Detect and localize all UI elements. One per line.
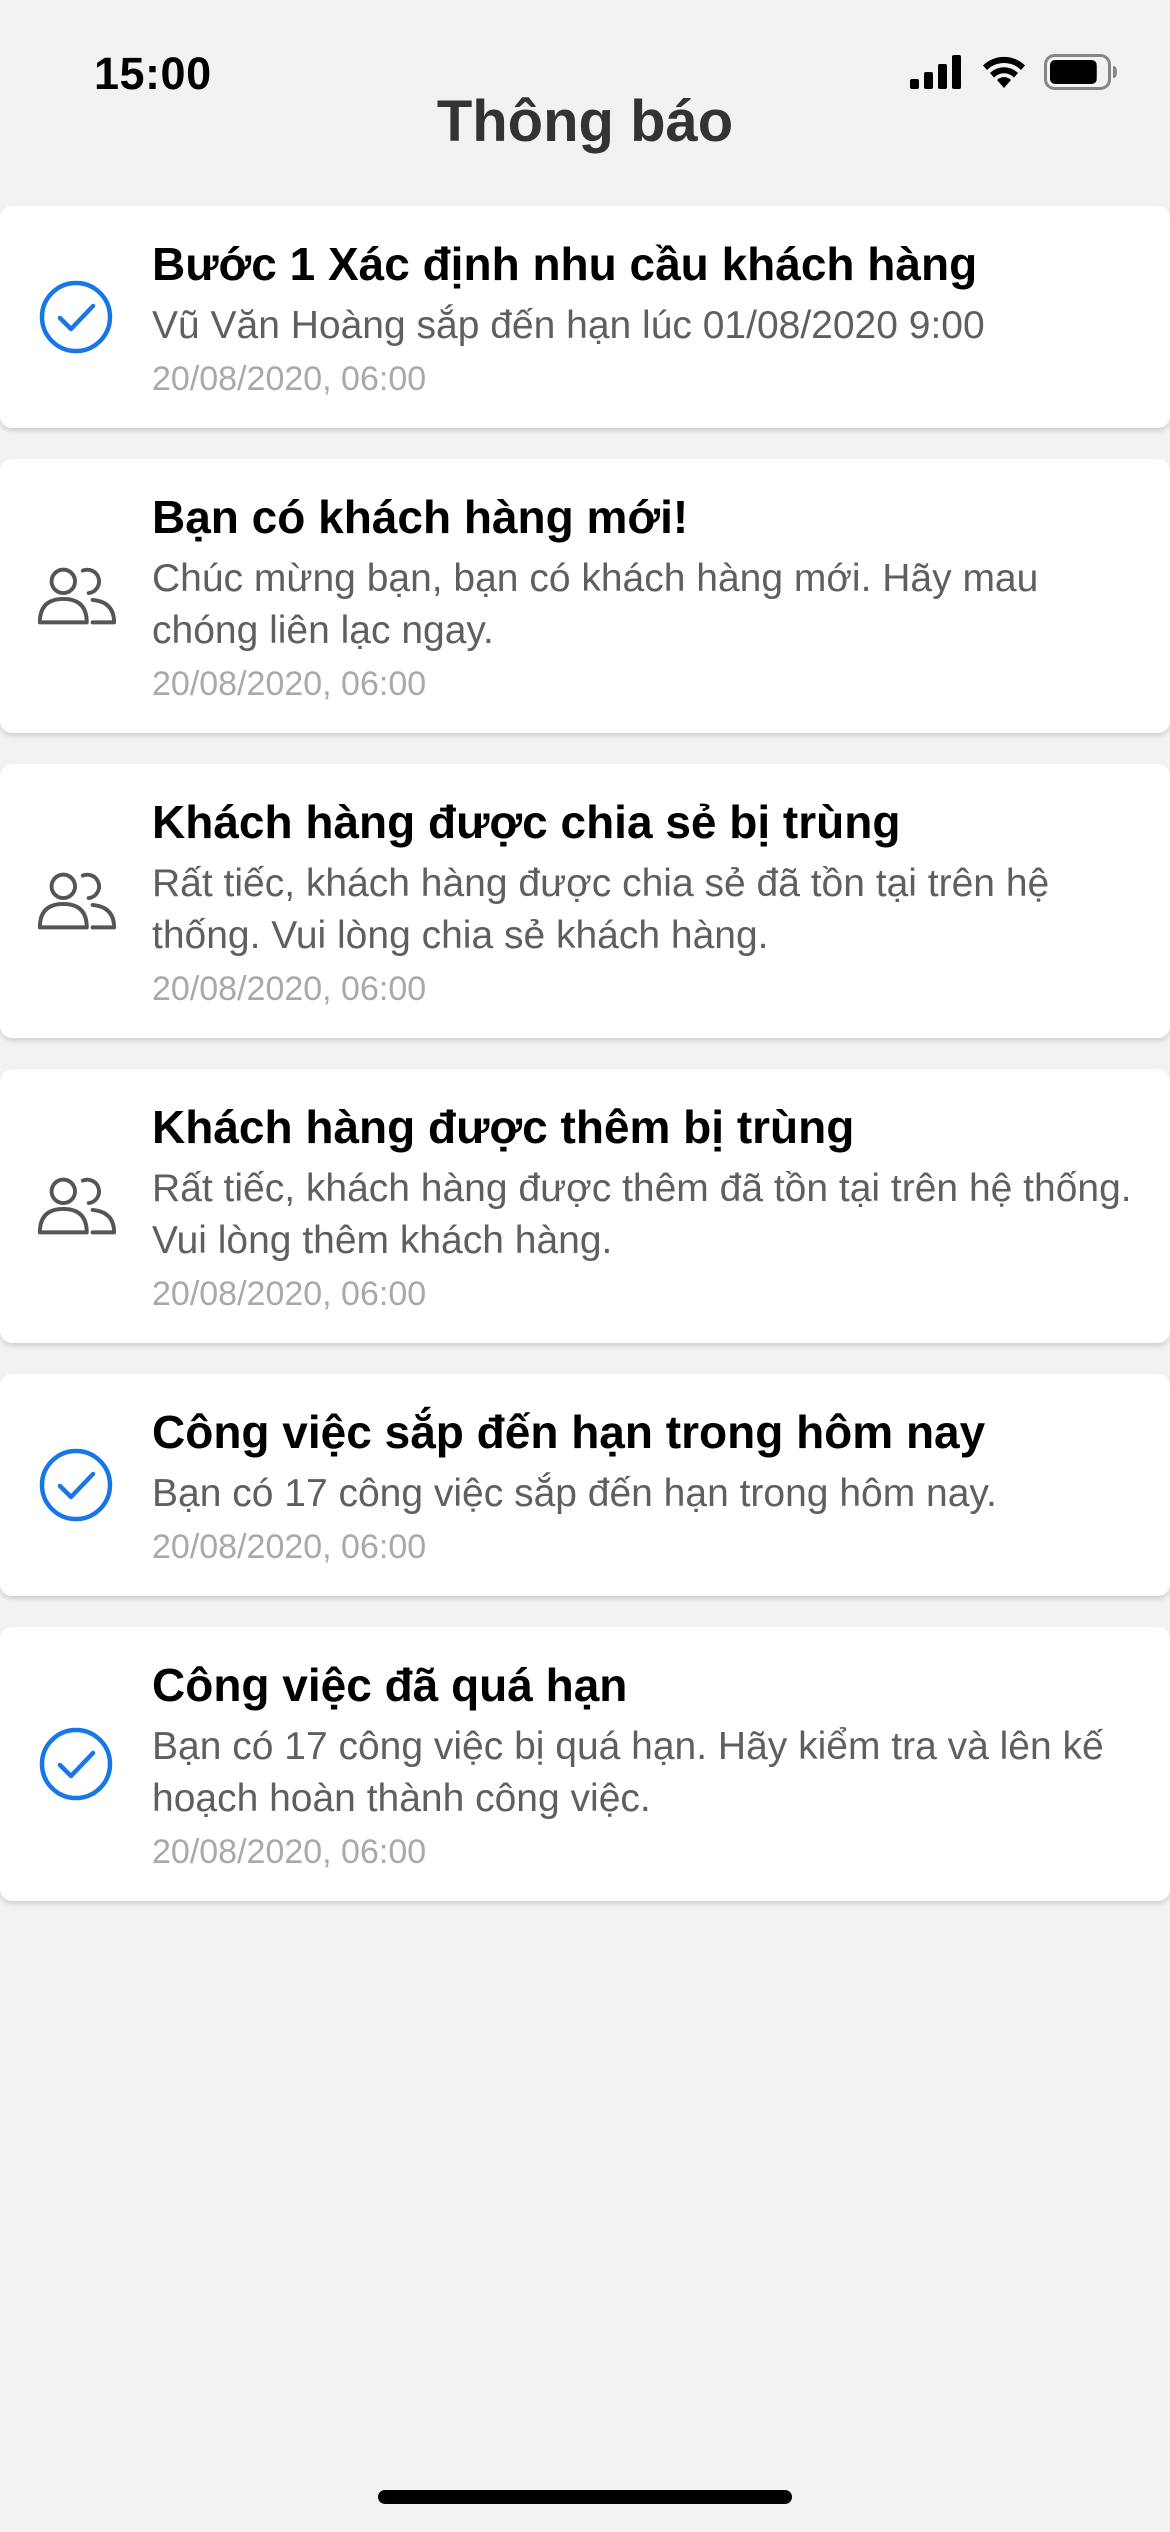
notification-body: Chúc mừng bạn, bạn có khách hàng mới. Hã… (152, 557, 1039, 652)
notification-timestamp: 20/08/2020, 06:00 (152, 360, 427, 398)
notification-timestamp: 20/08/2020, 06:00 (152, 665, 427, 703)
check-circle-icon (34, 1722, 118, 1806)
notification-title: Công việc đã quá hạn (152, 1659, 628, 1711)
notification-card[interactable]: Công việc sắp đến hạn trong hôm nay Bạn c… (0, 1374, 1170, 1596)
notification-title: Công việc sắp đến hạn trong hôm nay (152, 1406, 986, 1458)
notification-card[interactable]: Khách hàng được chia sẻ bị trùng Rất tiếc… (0, 764, 1170, 1038)
notification-title: Bước 1 Xác định nhu cầu khách hàng (152, 238, 978, 290)
notification-timestamp: 20/08/2020, 06:00 (152, 1833, 427, 1871)
users-icon (34, 859, 118, 943)
notification-body: Bạn có 17 công việc sắp đến hạn trong hô… (152, 1472, 997, 1515)
notification-card[interactable]: Bạn có khách hàng mới! Chúc mừng bạn, bạn… (0, 459, 1170, 733)
check-circle-icon (34, 1443, 118, 1527)
home-indicator[interactable] (378, 2490, 792, 2504)
notification-body: Rất tiếc, khách hàng được chia sẻ đã tồn… (152, 862, 1050, 957)
notification-title: Khách hàng được chia sẻ bị trùng (152, 796, 901, 848)
users-icon (34, 554, 118, 638)
page-title: Thông báo (436, 89, 734, 154)
check-circle-icon (34, 275, 118, 359)
notification-card[interactable]: Công việc đã quá hạn Bạn có 17 công việc … (0, 1627, 1170, 1901)
notification-title: Khách hàng được thêm bị trùng (152, 1101, 855, 1153)
notification-body: Bạn có 17 công việc bị quá hạn. Hãy kiểm… (152, 1725, 1104, 1820)
notification-timestamp: 20/08/2020, 06:00 (152, 1528, 427, 1566)
notification-card[interactable]: Bước 1 Xác định nhu cầu khách hàng Vũ Văn… (0, 206, 1170, 428)
notification-list: Bước 1 Xác định nhu cầu khách hàng Vũ Văn… (0, 206, 1170, 1932)
notification-timestamp: 20/08/2020, 06:00 (152, 970, 427, 1008)
users-icon (34, 1164, 118, 1248)
notification-body: Vũ Văn Hoàng sắp đến hạn lúc 01/08/2020 … (152, 304, 985, 347)
notification-body: Rất tiếc, khách hàng được thêm đã tồn tạ… (152, 1167, 1132, 1262)
notification-title: Bạn có khách hàng mới! (152, 491, 689, 543)
notification-timestamp: 20/08/2020, 06:00 (152, 1275, 427, 1313)
notification-card[interactable]: Khách hàng được thêm bị trùng Rất tiếc, k… (0, 1069, 1170, 1343)
